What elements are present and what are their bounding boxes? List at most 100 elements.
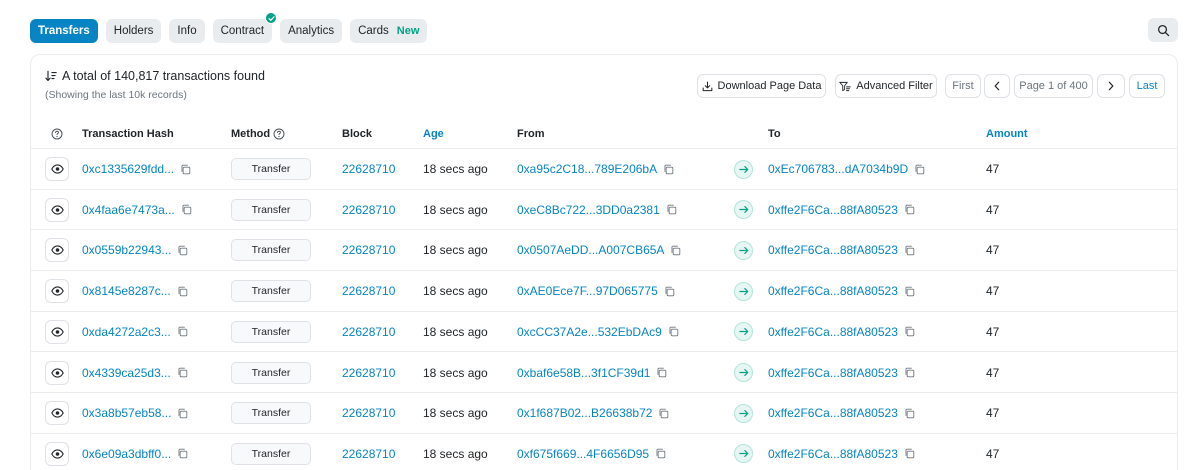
copy-icon[interactable] (904, 448, 915, 459)
eye-icon[interactable] (45, 360, 69, 385)
from-address-link[interactable]: 0xf675f669...4F6656D95 (517, 447, 649, 461)
block-link[interactable]: 22628710 (342, 325, 395, 339)
to-address-link[interactable]: 0xEc706783...dA7034b9D (768, 162, 908, 176)
copy-icon[interactable] (656, 367, 667, 378)
check-icon (265, 12, 278, 24)
transaction-hash-link[interactable]: 0xda4272a2c3... (82, 325, 171, 339)
last-page-button[interactable]: Last (1129, 74, 1165, 98)
to-cell: 0xffe2F6Ca...88fA80523 (768, 190, 915, 230)
copy-icon[interactable] (655, 448, 666, 459)
to-address-link[interactable]: 0xffe2F6Ca...88fA80523 (768, 447, 898, 461)
previous-page-button[interactable] (984, 74, 1010, 98)
age-cell: 18 secs ago (423, 190, 488, 230)
copy-icon[interactable] (904, 245, 915, 256)
transaction-hash-link[interactable]: 0x3a8b57eb58... (82, 406, 171, 420)
info-circle-icon[interactable] (273, 128, 285, 140)
transaction-hash-link[interactable]: 0x4339ca25d3... (82, 366, 171, 380)
block-link[interactable]: 22628710 (342, 366, 395, 380)
eye-icon[interactable] (45, 197, 69, 222)
help-circle-icon[interactable] (51, 118, 63, 149)
copy-icon[interactable] (904, 286, 915, 297)
method-badge: Transfer (231, 158, 311, 180)
row-preview-cell (45, 230, 69, 270)
copy-icon[interactable] (668, 326, 679, 337)
direction-cell (734, 434, 753, 470)
transaction-hash-link[interactable]: 0xc1335629fdd... (82, 162, 174, 176)
to-address-link[interactable]: 0xffe2F6Ca...88fA80523 (768, 284, 898, 298)
eye-icon[interactable] (45, 279, 69, 304)
tab-holders[interactable]: Holders (105, 19, 162, 43)
block-link[interactable]: 22628710 (342, 243, 395, 257)
copy-icon[interactable] (914, 164, 925, 175)
to-address-link[interactable]: 0xffe2F6Ca...88fA80523 (768, 406, 898, 420)
to-address-link[interactable]: 0xffe2F6Ca...88fA80523 (768, 325, 898, 339)
to-address-link[interactable]: 0xffe2F6Ca...88fA80523 (768, 366, 898, 380)
copy-icon[interactable] (181, 204, 192, 215)
method-cell: Transfer (231, 271, 311, 311)
block-cell: 22628710 (342, 149, 395, 189)
tab-contract[interactable]: Contract (212, 12, 278, 43)
copy-icon[interactable] (177, 286, 188, 297)
from-address-link[interactable]: 0xa95c2C18...789E206bA (517, 162, 657, 176)
copy-icon[interactable] (177, 245, 188, 256)
copy-icon[interactable] (904, 367, 915, 378)
eye-icon[interactable] (45, 238, 69, 263)
tab-transfers[interactable]: Transfers (30, 19, 98, 43)
new-badge: New (396, 25, 420, 37)
copy-icon[interactable] (177, 326, 188, 337)
copy-icon[interactable] (177, 367, 188, 378)
copy-icon[interactable] (904, 204, 915, 215)
search-button[interactable] (1148, 18, 1178, 42)
advanced-filter-button[interactable]: Advanced Filter (835, 74, 937, 98)
next-page-button[interactable] (1097, 74, 1125, 98)
copy-icon[interactable] (666, 204, 677, 215)
eye-icon[interactable] (45, 319, 69, 344)
copy-icon[interactable] (177, 448, 188, 459)
first-page-button[interactable]: First (945, 74, 981, 98)
block-link[interactable]: 22628710 (342, 284, 395, 298)
block-link[interactable]: 22628710 (342, 406, 395, 420)
column-amount[interactable]: Amount (986, 118, 1028, 149)
eye-icon[interactable] (45, 441, 69, 466)
from-address-link[interactable]: 0xeC8Bc722...3DD0a2381 (517, 203, 660, 217)
from-address-link[interactable]: 0x0507AeDD...A007CB65A (517, 243, 664, 257)
copy-icon[interactable] (177, 408, 188, 419)
tab-info[interactable]: Info (169, 19, 205, 43)
copy-icon[interactable] (658, 408, 669, 419)
from-address-link[interactable]: 0xAE0Ece7F...97D065775 (517, 284, 658, 298)
from-address-link[interactable]: 0xcCC37A2e...532EbDAc9 (517, 325, 662, 339)
from-address-link[interactable]: 0xbaf6e58B...3f1CF39d1 (517, 366, 650, 380)
eye-icon[interactable] (45, 157, 69, 181)
transaction-hash-link[interactable]: 0x4faa6e7473a... (82, 203, 175, 217)
from-cell: 0xeC8Bc722...3DD0a2381 (517, 190, 677, 230)
block-cell: 22628710 (342, 353, 395, 393)
eye-icon[interactable] (45, 401, 69, 426)
copy-icon[interactable] (670, 245, 681, 256)
transaction-hash-link[interactable]: 0x8145e8287c... (82, 284, 171, 298)
tab-label: Analytics (288, 25, 335, 37)
tab-cards[interactable]: Cards New (350, 19, 428, 43)
copy-icon[interactable] (663, 164, 674, 175)
amount-value: 47 (986, 243, 1000, 258)
transaction-hash-link[interactable]: 0x6e09a3dbff0... (82, 447, 171, 461)
copy-icon[interactable] (904, 408, 915, 419)
to-address-link[interactable]: 0xffe2F6Ca...88fA80523 (768, 203, 898, 217)
copy-icon[interactable] (664, 286, 675, 297)
transaction-hash-link[interactable]: 0x0559b22943... (82, 243, 171, 257)
to-address-link[interactable]: 0xffe2F6Ca...88fA80523 (768, 243, 898, 257)
age-value: 18 secs ago (423, 162, 488, 176)
method-badge: Transfer (231, 320, 311, 343)
direction-cell (734, 353, 753, 393)
block-link[interactable]: 22628710 (342, 162, 395, 176)
direction-cell (734, 230, 753, 270)
tab-analytics[interactable]: Analytics (280, 19, 343, 43)
copy-icon[interactable] (904, 326, 915, 337)
copy-icon[interactable] (180, 164, 191, 175)
column-age[interactable]: Age (423, 118, 444, 149)
block-link[interactable]: 22628710 (342, 447, 395, 461)
age-value: 18 secs ago (423, 243, 488, 258)
from-address-link[interactable]: 0x1f687B02...B26638b72 (517, 406, 652, 420)
amount-value: 47 (986, 202, 1000, 217)
block-link[interactable]: 22628710 (342, 203, 395, 217)
download-page-data-button[interactable]: Download Page Data (697, 74, 826, 98)
